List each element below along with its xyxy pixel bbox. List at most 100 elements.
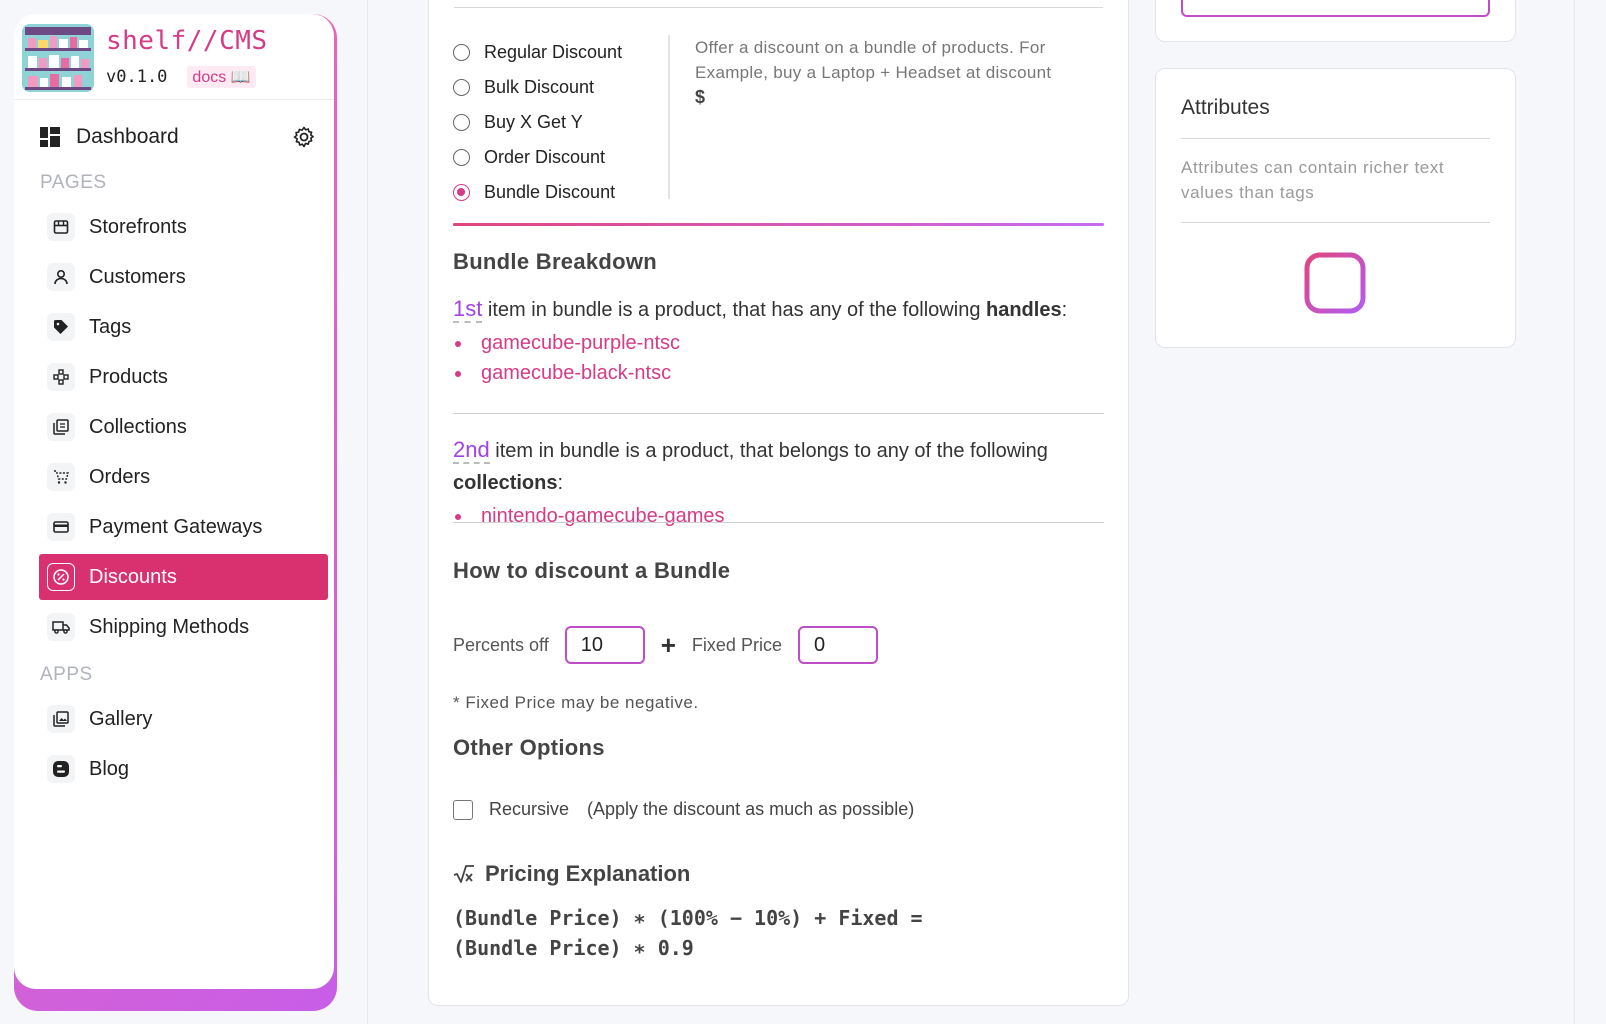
discount-editor-card: Regular Discount Bulk Discount Buy X Get… — [428, 0, 1129, 1006]
percents-off-label: Percents off — [453, 634, 549, 655]
sidebar-item-label: Tags — [89, 315, 132, 338]
brand-name: shelf//CMS — [106, 25, 268, 56]
divider — [1181, 138, 1490, 139]
radio-buy-x-get-y[interactable]: Buy X Get Y — [453, 105, 683, 140]
blog-icon — [47, 755, 75, 783]
radio-bundle-discount[interactable]: Bundle Discount — [453, 175, 683, 210]
brand-header: shelf//CMS v0.1.0 docs 📖 — [14, 14, 334, 100]
radio-button-checked[interactable] — [453, 184, 470, 201]
radio-label: Bundle Discount — [484, 182, 616, 202]
fixed-price-note: * Fixed Price may be negative. — [453, 693, 699, 712]
bundle-ordinal[interactable]: 1st — [453, 296, 483, 323]
vertical-divider — [668, 35, 670, 199]
sidebar-item-collections[interactable]: Collections — [39, 404, 328, 450]
handle-link[interactable]: gamecube-black-ntsc — [453, 358, 1104, 388]
sidebar-frame: shelf//CMS v0.1.0 docs 📖 Dashboard PAGES… — [14, 14, 337, 1011]
pricing-explanation-title: Pricing Explanation — [453, 861, 690, 887]
sidebar-item-label: Orders — [89, 465, 151, 488]
sidebar-item-dashboard[interactable]: Dashboard — [14, 112, 334, 162]
tags-card — [1155, 0, 1516, 42]
sidebar-item-products[interactable]: Products — [39, 354, 328, 400]
recursive-label: Recursive — [489, 799, 570, 819]
sidebar-item-label: Dashboard — [76, 125, 179, 148]
products-icon — [47, 363, 75, 391]
divider — [453, 413, 1104, 414]
fixed-price-input[interactable]: 0 — [797, 626, 878, 664]
percents-off-input[interactable]: 10 — [564, 626, 645, 664]
sidebar-item-label: Customers — [89, 265, 186, 288]
bundle-item-2: 2nd item in bundle is a product, that be… — [453, 434, 1104, 531]
radio-label: Buy X Get Y — [484, 112, 583, 132]
sidebar-item-storefronts[interactable]: Storefronts — [39, 204, 328, 250]
discount-icon — [47, 563, 75, 591]
fixed-price-label: Fixed Price — [691, 634, 782, 655]
sidebar-item-discounts[interactable]: Discounts — [39, 554, 328, 600]
bundle-item-text: item in bundle is a product, that has an… — [482, 299, 986, 321]
gradient-divider — [453, 223, 1104, 226]
sidebar-item-tags[interactable]: Tags — [39, 304, 328, 350]
sidebar-item-orders[interactable]: Orders — [39, 454, 328, 500]
sidebar-item-gallery[interactable]: Gallery — [39, 696, 328, 742]
attributes-card: Attributes Attributes can contain richer… — [1155, 68, 1516, 348]
bundle-item-text: item in bundle is a product, that belong… — [489, 440, 1048, 462]
formula-line-1: (Bundle Price) ∗ (100% − 10%) + Fixed = — [453, 906, 923, 930]
tags-input[interactable] — [1181, 0, 1490, 17]
recursive-option[interactable]: Recursive (Apply the discount as much as… — [453, 799, 914, 820]
how-to-discount-title: How to discount a Bundle — [453, 558, 731, 583]
radio-order-discount[interactable]: Order Discount — [453, 140, 683, 175]
storefront-icon — [47, 213, 75, 241]
sidebar-item-label: Products — [89, 365, 168, 388]
radio-button[interactable] — [453, 114, 470, 131]
radio-label: Order Discount — [484, 147, 606, 167]
sidebar-item-customers[interactable]: Customers — [39, 254, 328, 300]
handle-link[interactable]: gamecube-purple-ntsc — [453, 328, 1104, 358]
square-root-icon — [453, 865, 474, 883]
plus-sign: + — [660, 629, 676, 660]
sidebar-item-blog[interactable]: Blog — [39, 746, 328, 792]
gallery-icon — [47, 705, 75, 733]
sidebar-nav: Dashboard PAGES Storefronts Customers Ta… — [14, 100, 334, 792]
recursive-hint: (Apply the discount as much as possible) — [587, 799, 915, 819]
sidebar-item-label: Blog — [89, 757, 130, 780]
other-options-title: Other Options — [453, 735, 605, 760]
user-icon — [47, 263, 75, 291]
sidebar-item-label: Collections — [89, 415, 187, 438]
sidebar-item-label: Discounts — [89, 565, 177, 588]
radio-label: Bulk Discount — [484, 77, 595, 97]
divider — [1181, 222, 1490, 223]
sidebar-item-shipping-methods[interactable]: Shipping Methods — [39, 604, 328, 650]
shelf-logo-image — [22, 24, 94, 92]
radio-label: Regular Discount — [484, 42, 623, 62]
bundle-ordinal[interactable]: 2nd — [453, 437, 490, 464]
bundle-breakdown-title: Bundle Breakdown — [453, 249, 658, 274]
sidebar-item-payment-gateways[interactable]: Payment Gateways — [39, 504, 328, 550]
gear-icon[interactable] — [292, 125, 316, 149]
radio-bulk-discount[interactable]: Bulk Discount — [453, 70, 683, 105]
radio-button[interactable] — [453, 149, 470, 166]
sidebar-item-label: Gallery — [89, 707, 153, 730]
radio-button[interactable] — [453, 79, 470, 96]
attributes-hint: Attributes can contain richer text value… — [1181, 158, 1445, 202]
truck-icon — [47, 613, 75, 641]
radio-regular-discount[interactable]: Regular Discount — [453, 35, 683, 70]
handle-list: gamecube-purple-ntsc gamecube-black-ntsc — [453, 328, 1104, 388]
sidebar-item-label: Shipping Methods — [89, 615, 250, 638]
radio-button[interactable] — [453, 44, 470, 61]
add-attribute-icon[interactable] — [1303, 251, 1367, 315]
collection-link[interactable]: nintendo-gamecube-games — [453, 501, 1104, 531]
tag-icon — [47, 313, 75, 341]
shelf-logo[interactable] — [22, 24, 94, 92]
recursive-checkbox[interactable] — [453, 799, 473, 820]
discount-values-row: Percents off 10 + Fixed Price 0 — [453, 626, 878, 664]
pages-section-label: PAGES — [40, 172, 107, 193]
apps-section-label: APPS — [40, 664, 93, 685]
bundle-item-kind: handles — [986, 299, 1062, 321]
column-divider — [367, 0, 368, 1024]
attributes-title: Attributes — [1181, 96, 1270, 119]
divider — [454, 7, 1103, 8]
docs-link[interactable]: docs 📖 — [187, 65, 256, 88]
collection-list: nintendo-gamecube-games — [453, 501, 1104, 531]
brand-version: v0.1.0 — [106, 66, 168, 87]
pricing-formula: (Bundle Price) ∗ (100% − 10%) + Fixed = (… — [453, 903, 923, 963]
sidebar: shelf//CMS v0.1.0 docs 📖 Dashboard PAGES… — [14, 14, 334, 989]
